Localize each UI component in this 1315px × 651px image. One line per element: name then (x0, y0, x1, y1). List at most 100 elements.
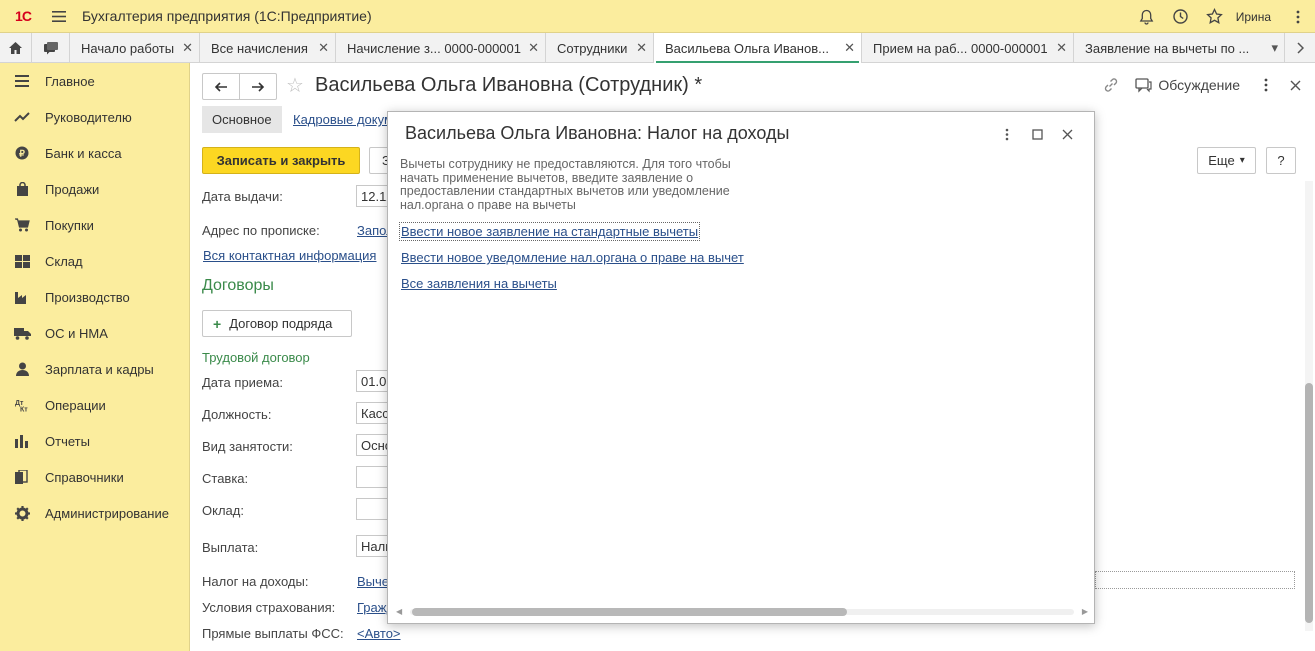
scroll-right-icon[interactable]: ▶ (1082, 607, 1088, 616)
tab-hiring-document[interactable]: Прием на раб... 0000-000001 ✕ (862, 33, 1074, 63)
sidebar-item-main[interactable]: Главное (0, 63, 189, 99)
tab-employees[interactable]: Сотрудники ✕ (546, 33, 654, 63)
truck-icon (12, 325, 32, 341)
favorites-star-icon[interactable] (1198, 0, 1232, 33)
sidebar-item-reports[interactable]: Отчеты (0, 423, 189, 459)
sidebar-item-catalogs[interactable]: Справочники (0, 459, 189, 495)
books-icon (12, 469, 32, 485)
position-label: Должность: (202, 407, 272, 422)
employment-contract-title: Трудовой договор (202, 350, 310, 365)
employment-type-label: Вид занятости: (202, 439, 293, 454)
sidebar-item-warehouse[interactable]: Склад (0, 243, 189, 279)
bell-icon[interactable] (1130, 0, 1164, 33)
app-title: Бухгалтерия предприятия (1С:Предприятие) (82, 8, 372, 24)
horizontal-scroll-thumb[interactable] (412, 608, 847, 616)
history-icon[interactable] (1164, 0, 1198, 33)
vertical-scroll-thumb[interactable] (1305, 383, 1313, 623)
sidebar-item-sales[interactable]: Продажи (0, 171, 189, 207)
svg-text:Кт: Кт (20, 407, 28, 413)
close-icon[interactable]: ✕ (844, 40, 855, 56)
close-icon[interactable]: ✕ (636, 40, 647, 56)
open-tabs-bar: Начало работы ✕ Все начисления ✕ Начислени… (0, 33, 1315, 63)
grid-icon (12, 253, 32, 269)
fss-link[interactable]: <Авто> (357, 626, 401, 641)
sections-sidebar: Главное Руководителю ₽ Банк и касса Прод… (0, 63, 190, 651)
app-logo[interactable]: 1С (6, 6, 40, 26)
sidebar-item-bank[interactable]: ₽ Банк и касса (0, 135, 189, 171)
form-menu-icon[interactable] (1264, 78, 1268, 92)
chevron-down-icon[interactable]: ▾ (1271, 40, 1278, 56)
bag-icon (12, 181, 32, 197)
more-button[interactable]: Еще ▾ (1197, 147, 1256, 174)
cart-icon (12, 217, 32, 233)
tab-hr-documents[interactable]: Кадровые документы (293, 112, 387, 127)
gear-icon (12, 505, 32, 521)
insurance-link[interactable]: Гражданин РФ (357, 600, 388, 615)
bars-icon (12, 433, 32, 449)
dialog-title: Васильева Ольга Ивановна: Налог на доход… (405, 123, 790, 143)
payment-label: Выплата: (202, 540, 259, 555)
add-contract-button[interactable]: + Договор подряда (202, 310, 352, 337)
sidebar-item-administration[interactable]: Администрирование (0, 495, 189, 531)
income-tax-focus-frame (1095, 571, 1295, 589)
factory-icon (12, 289, 32, 305)
sidebar-item-payroll[interactable]: Зарплата и кадры (0, 351, 189, 387)
title-bar: 1С Бухгалтерия предприятия (1С:Предприят… (0, 0, 1315, 33)
new-tax-notice-link[interactable]: Ввести новое уведомление нал.органа о пр… (401, 250, 744, 265)
fss-label: Прямые выплаты ФСС: (202, 626, 344, 641)
sidebar-item-fixed-assets[interactable]: ОС и НМА (0, 315, 189, 351)
user-name[interactable]: Ирина (1236, 10, 1271, 24)
tab-all-accruals[interactable]: Все начисления ✕ (200, 33, 336, 63)
income-tax-dialog: Васильева Ольга Ивановна: Налог на доход… (387, 111, 1095, 624)
tab-employee-card[interactable]: Васильева Ольга Иванов... ✕ (654, 33, 862, 63)
link-icon[interactable] (1103, 77, 1119, 93)
salary-label: Оклад: (202, 503, 244, 518)
open-windows-icon[interactable] (32, 33, 70, 63)
coin-icon: ₽ (12, 145, 32, 161)
close-icon[interactable]: ✕ (528, 40, 539, 56)
rate-label: Ставка: (202, 471, 249, 486)
main-menu-icon[interactable] (44, 0, 74, 33)
chat-icon (1135, 77, 1153, 93)
new-standard-deduction-link[interactable]: Ввести новое заявление на стандартные вы… (398, 222, 701, 241)
tab-deduction-application[interactable]: Заявление на вычеты по ... ▾ (1074, 33, 1285, 63)
history-nav (202, 73, 277, 100)
horizontal-scrollbar[interactable]: ◀ ▶ (396, 607, 1088, 617)
tab-main[interactable]: Основное (202, 106, 282, 133)
close-icon[interactable]: ✕ (318, 40, 329, 56)
save-and-close-button[interactable]: Записать и закрыть (202, 147, 360, 174)
discussion-button[interactable]: Обсуждение (1135, 77, 1240, 93)
help-button[interactable]: ? (1266, 147, 1296, 174)
close-icon[interactable]: ✕ (1056, 40, 1067, 56)
tab-accrual-document[interactable]: Начисление з... 0000-000001 ✕ (336, 33, 546, 63)
maximize-icon[interactable] (1022, 124, 1052, 144)
sidebar-item-operations[interactable]: Дт Кт Операции (0, 387, 189, 423)
deductions-message: Вычеты сотруднику не предоставляются. Дл… (400, 157, 731, 212)
hire-date-label: Дата приема: (202, 375, 283, 390)
chevron-down-icon: ▾ (1239, 155, 1245, 166)
favorite-star-icon[interactable]: ☆ (286, 73, 304, 98)
home-icon[interactable] (0, 33, 32, 63)
window-menu-icon[interactable] (1281, 0, 1315, 33)
income-tax-link[interactable]: Вычеты не предоставляются (357, 574, 388, 589)
sidebar-item-purchases[interactable]: Покупки (0, 207, 189, 243)
close-icon[interactable] (1052, 124, 1082, 144)
trend-icon (12, 109, 32, 125)
forward-arrow-icon[interactable] (239, 74, 276, 99)
tab-start-page[interactable]: Начало работы ✕ (70, 33, 200, 63)
contracts-group-title: Договоры (202, 277, 274, 294)
close-icon[interactable] (1290, 80, 1301, 91)
dialog-menu-icon[interactable] (992, 124, 1022, 144)
sidebar-item-production[interactable]: Производство (0, 279, 189, 315)
close-icon[interactable]: ✕ (182, 40, 193, 56)
person-icon (12, 361, 32, 377)
all-deduction-applications-link[interactable]: Все заявления на вычеты (401, 276, 557, 291)
dt-kt-icon: Дт Кт (12, 397, 32, 413)
scroll-left-icon[interactable]: ◀ (396, 607, 402, 616)
menu-lines-icon (12, 73, 32, 89)
chevron-right-icon[interactable] (1285, 33, 1315, 63)
address-link[interactable]: Заполнить (357, 223, 387, 238)
back-arrow-icon[interactable] (203, 74, 239, 99)
all-contacts-link[interactable]: Вся контактная информация (203, 248, 376, 263)
sidebar-item-manager[interactable]: Руководителю (0, 99, 189, 135)
